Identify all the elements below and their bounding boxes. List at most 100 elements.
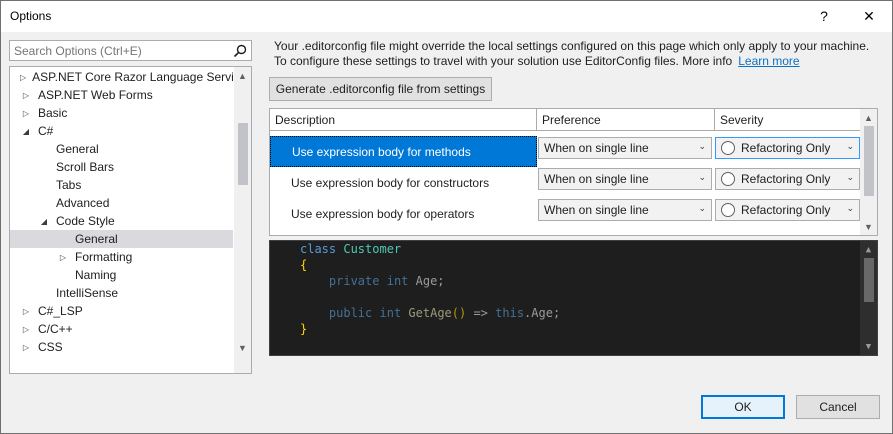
tree-item[interactable]: ▷ Basic — [10, 104, 233, 122]
preference-dropdown[interactable]: When on single line ⌄ — [538, 137, 712, 159]
tree-item[interactable]: ▷ ASP.NET Web Forms — [10, 86, 233, 104]
cancel-button[interactable]: Cancel — [796, 395, 880, 419]
preference-dropdown[interactable]: When on single line ⌄ — [538, 199, 712, 221]
code-scrollbar[interactable]: ▲ ▼ — [860, 241, 877, 355]
expand-arrow-icon[interactable]: ▷ — [20, 109, 32, 118]
tree-item-label: Basic — [38, 106, 68, 120]
tree-item-label: ASP.NET Core Razor Language Services — [32, 70, 233, 84]
tree-item[interactable]: General — [10, 230, 233, 248]
row-description[interactable]: Use expression body for methods — [270, 136, 537, 167]
tree-item[interactable]: Scroll Bars — [10, 158, 233, 176]
tree-scroll-thumb[interactable] — [238, 123, 248, 185]
close-icon: ✕ — [863, 7, 875, 24]
expand-arrow-icon[interactable]: ▷ — [20, 325, 32, 334]
code-line: private int Age; — [328, 274, 445, 288]
tree-item-label: CSS — [38, 340, 63, 354]
column-description[interactable]: Description — [270, 109, 537, 131]
code-line: public int GetAge() => this.Age; — [328, 306, 561, 320]
chevron-down-icon: ⌄ — [846, 172, 854, 182]
code-style-grid: Description Preference Severity Use expr… — [269, 108, 878, 236]
grid-row[interactable]: Use expression body for constructors Whe… — [270, 167, 860, 198]
code-line: class Customer — [300, 242, 402, 256]
generate-editorconfig-button[interactable]: Generate .editorconfig file from setting… — [269, 77, 492, 101]
tree-item[interactable]: IntelliSense — [10, 284, 233, 302]
collapse-arrow-icon[interactable]: ◢ — [38, 217, 50, 226]
scroll-down-icon[interactable]: ▼ — [860, 218, 877, 235]
expand-arrow-icon[interactable]: ▷ — [20, 73, 26, 82]
scroll-up-icon[interactable]: ▲ — [860, 109, 877, 126]
search-input[interactable] — [10, 41, 220, 60]
help-button[interactable]: ? — [811, 4, 837, 28]
expand-arrow-icon[interactable]: ▷ — [20, 91, 32, 100]
row-description[interactable]: Use expression body for constructors — [270, 167, 537, 198]
chevron-down-icon: ⌄ — [846, 141, 854, 151]
grid-scroll-thumb[interactable] — [864, 126, 874, 196]
scroll-up-icon[interactable]: ▲ — [234, 67, 251, 84]
help-icon: ? — [820, 8, 828, 24]
scroll-up-icon[interactable]: ▲ — [860, 241, 877, 258]
tree-item-label: Scroll Bars — [56, 160, 115, 174]
tree-item[interactable]: ▷ Formatting — [10, 248, 233, 266]
editorconfig-notice: Your .editorconfig file might override t… — [274, 39, 874, 69]
tree-item-label: Formatting — [75, 250, 133, 264]
title-bar: Options ? ✕ — [1, 1, 892, 32]
tree-item[interactable]: Naming — [10, 266, 233, 284]
column-severity[interactable]: Severity — [715, 109, 860, 131]
chevron-down-icon: ⌄ — [698, 141, 706, 151]
tree-scrollbar[interactable]: ▲ ▼ — [234, 67, 251, 373]
severity-dropdown[interactable]: Refactoring Only ⌄ — [715, 168, 860, 190]
severity-dropdown[interactable]: Refactoring Only ⌄ — [715, 199, 860, 221]
tree-item-label: Code Style — [56, 214, 115, 228]
refactoring-only-icon — [721, 172, 735, 186]
tree-item-label: ASP.NET Web Forms — [38, 88, 153, 102]
expand-arrow-icon[interactable]: ▷ — [20, 343, 32, 352]
code-preview: class Customer { private int Age; public… — [269, 240, 878, 356]
preference-value: When on single line — [544, 203, 649, 217]
preference-dropdown[interactable]: When on single line ⌄ — [538, 168, 712, 190]
collapse-arrow-icon[interactable]: ◢ — [20, 127, 32, 136]
window-title: Options — [10, 9, 52, 23]
tree-item-label: C/C++ — [38, 322, 73, 336]
tree-item[interactable]: ▷ C/C++ — [10, 320, 233, 338]
expand-arrow-icon[interactable]: ▷ — [57, 253, 69, 262]
tree-item-label: Advanced — [56, 196, 110, 210]
tree-item[interactable]: ◢ Code Style — [10, 212, 233, 230]
severity-dropdown[interactable]: Refactoring Only ⌄ — [715, 137, 860, 159]
close-button[interactable]: ✕ — [856, 4, 882, 28]
row-description[interactable]: Use expression body for operators — [270, 198, 537, 229]
tree-item[interactable]: ▷ C#_LSP — [10, 302, 233, 320]
preference-value: When on single line — [544, 141, 649, 155]
scroll-down-icon[interactable]: ▼ — [860, 338, 877, 355]
tree-item[interactable]: ◢ C# — [10, 122, 233, 140]
tree-item[interactable]: General — [10, 140, 233, 158]
severity-value: Refactoring Only — [741, 141, 831, 155]
refactoring-only-icon — [721, 203, 735, 217]
expand-arrow-icon[interactable]: ▷ — [20, 307, 32, 316]
grid-row[interactable]: Use expression body for operators When o… — [270, 198, 860, 229]
tree-item[interactable]: ▷ CSS — [10, 338, 233, 356]
column-preference[interactable]: Preference — [537, 109, 715, 131]
code-gutter — [270, 241, 288, 355]
severity-value: Refactoring Only — [741, 172, 831, 186]
search-icon[interactable] — [232, 43, 248, 59]
tree-item[interactable]: ▷ ASP.NET Core Razor Language Services — [10, 68, 233, 86]
options-dialog: Options ? ✕ ▷ASP.NET Core Razor Language… — [0, 0, 893, 434]
code-line: { — [300, 258, 308, 272]
tree-item[interactable]: Advanced — [10, 194, 233, 212]
tree-item-label: C# — [38, 124, 54, 138]
search-options-box — [9, 40, 252, 61]
tree-item-label: IntelliSense — [56, 286, 119, 300]
refactoring-only-icon — [721, 141, 735, 155]
ok-button[interactable]: OK — [701, 395, 785, 419]
code-line: } — [300, 322, 308, 336]
learn-more-link[interactable]: Learn more — [738, 54, 799, 68]
chevron-down-icon: ⌄ — [846, 203, 854, 213]
grid-row[interactable]: Use expression body for methods When on … — [270, 136, 860, 167]
grid-scrollbar[interactable]: ▲ ▼ — [860, 109, 877, 235]
tree-item-label: General — [75, 232, 118, 246]
code-scroll-thumb[interactable] — [864, 258, 874, 302]
tree-item-label: Naming — [75, 268, 117, 282]
chevron-down-icon: ⌄ — [698, 203, 706, 213]
tree-item[interactable]: Tabs — [10, 176, 233, 194]
scroll-down-icon[interactable]: ▼ — [234, 339, 251, 356]
